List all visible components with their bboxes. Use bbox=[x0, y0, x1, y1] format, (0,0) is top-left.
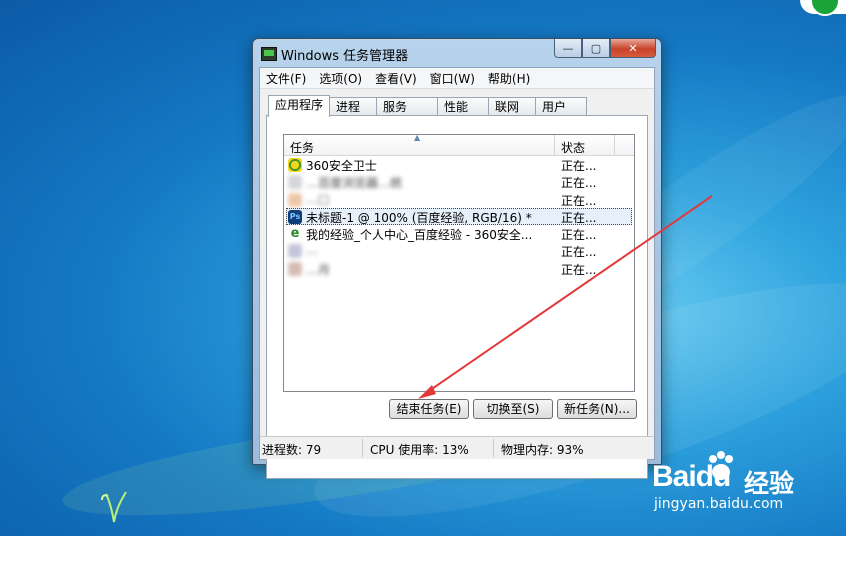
baidu-jingyan-watermark: Baidu 经验 jingyan.baidu.com bbox=[652, 446, 842, 516]
tab-applications[interactable]: 应用程序 bbox=[268, 95, 331, 117]
baidu-paw-icon bbox=[709, 451, 733, 480]
watermark-url: jingyan.baidu.com bbox=[654, 496, 784, 512]
jingyan-wordmark: 经验 bbox=[744, 469, 795, 498]
